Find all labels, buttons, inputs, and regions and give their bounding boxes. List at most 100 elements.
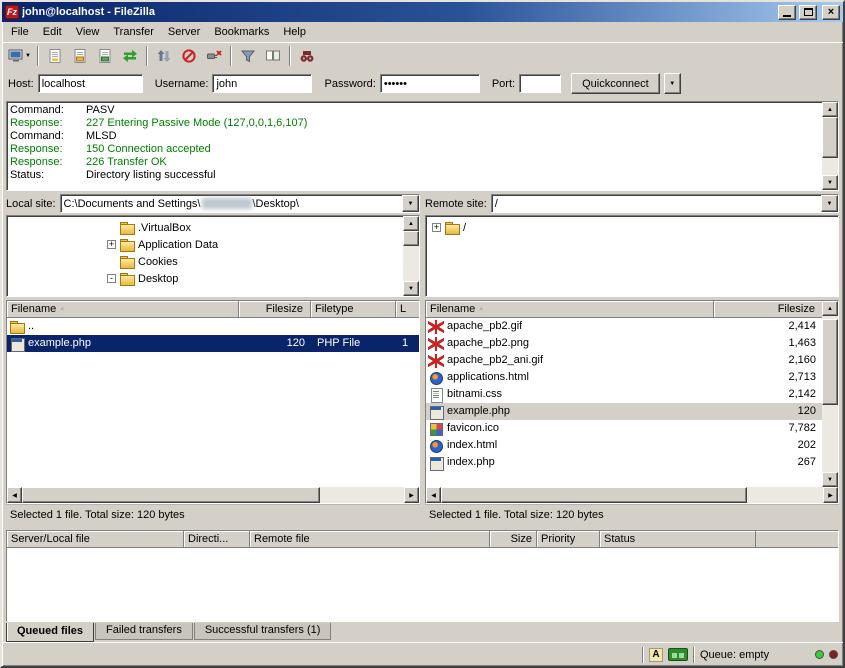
tree-item[interactable]: + / xyxy=(426,219,838,236)
scroll-thumb[interactable] xyxy=(822,319,838,405)
scroll-track[interactable] xyxy=(22,487,404,503)
scroll-track[interactable] xyxy=(403,231,419,281)
remote-list-scrollbar[interactable]: ▲ ▼ xyxy=(822,301,838,487)
scroll-left-button[interactable]: ◀ xyxy=(7,487,22,503)
scroll-up-button[interactable]: ▲ xyxy=(403,216,419,231)
scroll-thumb[interactable] xyxy=(403,231,419,246)
column-header[interactable]: Filename ▲ xyxy=(426,301,714,317)
queue-tab[interactable]: Queued files xyxy=(6,623,94,642)
local-list-hscrollbar[interactable]: ◀ ▶ xyxy=(7,487,419,503)
file-icon xyxy=(428,456,444,470)
quickconnect-button[interactable]: Quickconnect xyxy=(571,73,660,94)
scroll-down-button[interactable]: ▼ xyxy=(822,472,838,487)
tree-item[interactable]: - Desktop xyxy=(7,270,403,287)
column-header[interactable]: Remote file xyxy=(250,531,490,547)
log-line: Command: PASV xyxy=(10,104,819,117)
scroll-right-button[interactable]: ▶ xyxy=(404,487,419,503)
file-row[interactable]: apache_pb2.gif 2,414 xyxy=(426,318,822,335)
tree-expander-icon[interactable]: - xyxy=(107,274,116,283)
scroll-track[interactable] xyxy=(822,117,838,175)
queue-tab[interactable]: Successful transfers (1) xyxy=(194,623,332,640)
column-header[interactable]: L xyxy=(396,301,419,317)
file-row[interactable]: favicon.ico 7,782 xyxy=(426,420,822,437)
minimize-button[interactable] xyxy=(778,5,796,20)
menu-item[interactable]: Edit xyxy=(36,23,69,41)
file-modified xyxy=(396,318,419,335)
cancel-button[interactable] xyxy=(177,45,201,68)
queue-tab[interactable]: Failed transfers xyxy=(95,623,193,640)
file-row[interactable]: example.php 120 xyxy=(426,403,822,420)
tree-item[interactable]: + Application Data xyxy=(7,236,403,253)
queue-body xyxy=(7,548,838,621)
disconnect-button[interactable] xyxy=(202,45,226,68)
menu-item[interactable]: Help xyxy=(276,23,313,41)
scroll-down-button[interactable]: ▼ xyxy=(403,281,419,296)
compare-button[interactable] xyxy=(261,45,285,68)
local-tree-scrollbar[interactable]: ▲ ▼ xyxy=(403,216,419,296)
menu-item[interactable]: Bookmarks xyxy=(207,23,276,41)
file-row[interactable]: apache_pb2_ani.gif 2,160 xyxy=(426,352,822,369)
tree-item[interactable]: .VirtualBox xyxy=(7,219,403,236)
host-input[interactable] xyxy=(38,74,143,93)
scroll-up-button[interactable]: ▲ xyxy=(822,102,838,117)
column-header[interactable]: Server/Local file xyxy=(7,531,184,547)
process-queue-button[interactable] xyxy=(152,45,176,68)
file-row[interactable]: bitnami.css 2,142 xyxy=(426,386,822,403)
file-row[interactable]: index.html 202 xyxy=(426,437,822,454)
filter-button[interactable] xyxy=(236,45,260,68)
filezilla-window: Fz john@localhost - FileZilla × FileEdit… xyxy=(0,0,845,668)
file-row[interactable]: .. xyxy=(7,318,419,335)
scroll-right-button[interactable]: ▶ xyxy=(823,487,838,503)
scroll-track[interactable] xyxy=(441,487,823,503)
scroll-thumb[interactable] xyxy=(822,117,838,158)
site-manager-button[interactable]: ▼ xyxy=(6,45,33,68)
column-header[interactable]: Priority xyxy=(537,531,600,547)
tree-expander-icon[interactable]: + xyxy=(107,240,116,249)
local-site-dropdown-button[interactable]: ▼ xyxy=(402,195,419,212)
menu-item[interactable]: Transfer xyxy=(106,23,161,41)
file-row[interactable]: applications.html 2,713 xyxy=(426,369,822,386)
scroll-down-button[interactable]: ▼ xyxy=(822,175,838,190)
remote-site-combo[interactable]: / ▼ xyxy=(491,194,839,213)
menu-item[interactable]: File xyxy=(4,23,36,41)
refresh-button[interactable] xyxy=(118,45,142,68)
port-input[interactable] xyxy=(519,74,561,93)
menu-item[interactable]: View xyxy=(69,23,107,41)
column-header[interactable]: Filesize xyxy=(714,301,822,317)
column-header[interactable]: Filename ▲ xyxy=(7,301,239,317)
toggle-trees-button[interactable] xyxy=(68,45,92,68)
tree-expander-icon[interactable]: + xyxy=(432,223,441,232)
file-row[interactable]: index.php 267 xyxy=(426,454,822,471)
down-arrow-icon: ▼ xyxy=(827,477,833,483)
toggle-queue-button[interactable] xyxy=(93,45,117,68)
remote-list-hscrollbar[interactable]: ◀ ▶ xyxy=(426,487,838,503)
scroll-up-button[interactable]: ▲ xyxy=(822,301,838,316)
column-header[interactable]: Size xyxy=(490,531,537,547)
file-size: 202 xyxy=(714,437,822,454)
file-row[interactable]: example.php 120 PHP File 1 xyxy=(7,335,419,352)
scroll-track[interactable] xyxy=(822,316,838,472)
find-button[interactable] xyxy=(295,45,319,68)
log-scrollbar[interactable]: ▲ ▼ xyxy=(822,102,838,190)
local-site-combo[interactable]: C:\Documents and Settings\ \Desktop\ ▼ xyxy=(60,194,420,213)
scroll-left-button[interactable]: ◀ xyxy=(426,487,441,503)
scroll-thumb[interactable] xyxy=(441,487,747,503)
remote-site-dropdown-button[interactable]: ▼ xyxy=(821,195,838,212)
username-input[interactable] xyxy=(212,74,312,93)
file-row[interactable]: apache_pb2.png 1,463 xyxy=(426,335,822,352)
password-input[interactable] xyxy=(380,74,480,93)
tree-item[interactable]: Cookies xyxy=(7,253,403,270)
left-arrow-icon: ◀ xyxy=(431,492,436,499)
title-bar[interactable]: Fz john@localhost - FileZilla × xyxy=(2,2,843,22)
close-button[interactable]: × xyxy=(822,5,840,20)
quickconnect-dropdown-button[interactable]: ▼ xyxy=(664,73,681,94)
toggle-log-button[interactable] xyxy=(43,45,67,68)
maximize-button[interactable] xyxy=(799,5,817,20)
column-header[interactable]: Status xyxy=(600,531,756,547)
column-header[interactable]: Directi... xyxy=(184,531,250,547)
menu-item[interactable]: Server xyxy=(161,23,207,41)
column-header[interactable]: Filesize xyxy=(239,301,311,317)
log-line-text: MLSD xyxy=(86,130,117,143)
column-header[interactable]: Filetype xyxy=(311,301,396,317)
scroll-thumb[interactable] xyxy=(22,487,320,503)
